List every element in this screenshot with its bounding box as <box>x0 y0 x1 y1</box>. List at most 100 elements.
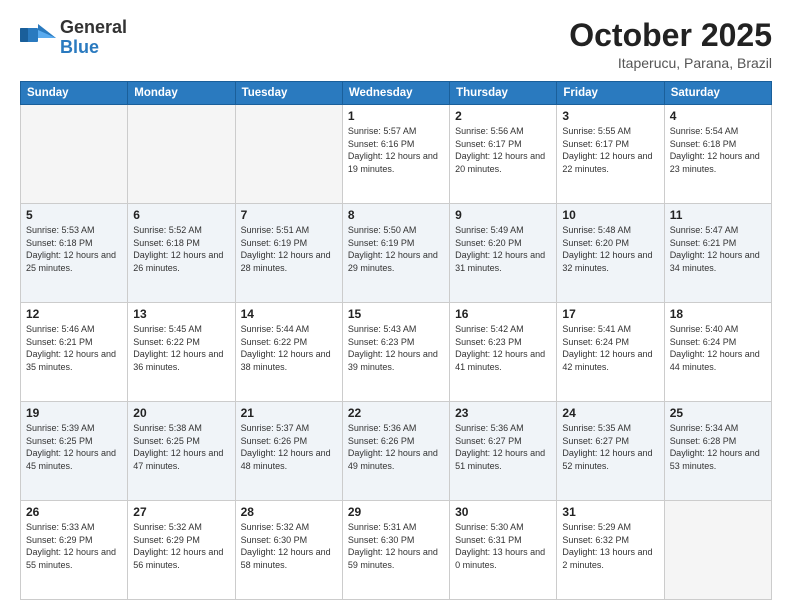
day-number: 31 <box>562 505 658 519</box>
calendar-week-row: 26Sunrise: 5:33 AMSunset: 6:29 PMDayligh… <box>21 501 772 600</box>
calendar-week-row: 19 Sunrise: 5:39 AMSunset: 6:25 PMDayligh… <box>21 402 772 501</box>
day-number: 9 <box>455 208 551 222</box>
calendar-day-cell: 12 Sunrise: 5:46 AMSunset: 6:21 PMDayligh… <box>21 303 128 402</box>
calendar-day-cell: 13 Sunrise: 5:45 AMSunset: 6:22 PMDayligh… <box>128 303 235 402</box>
day-info: Sunrise: 5:44 AMSunset: 6:22 PMDaylight:… <box>241 323 337 373</box>
day-number: 18 <box>670 307 766 321</box>
day-number: 6 <box>133 208 229 222</box>
day-info: Sunrise: 5:40 AMSunset: 6:24 PMDaylight:… <box>670 323 766 373</box>
logo-general-text: GeneralBlue <box>60 17 127 57</box>
calendar-day-cell: 2Sunrise: 5:56 AMSunset: 6:17 PMDaylight… <box>450 105 557 204</box>
day-number: 30 <box>455 505 551 519</box>
calendar-day-cell: 1 Sunrise: 5:57 AMSunset: 6:16 PMDaylight… <box>342 105 449 204</box>
day-number: 1 <box>348 109 444 123</box>
day-info: Sunrise: 5:34 AMSunset: 6:28 PMDaylight:… <box>670 422 766 472</box>
day-info: Sunrise: 5:38 AMSunset: 6:25 PMDaylight:… <box>133 422 229 472</box>
page: GeneralBlue October 2025 Itaperucu, Para… <box>0 0 792 612</box>
logo-icon <box>20 24 56 52</box>
day-info: Sunrise: 5:37 AMSunset: 6:26 PMDaylight:… <box>241 422 337 472</box>
day-info: Sunrise: 5:36 AMSunset: 6:27 PMDaylight:… <box>455 422 551 472</box>
calendar-day-cell: 3 Sunrise: 5:55 AMSunset: 6:17 PMDaylight… <box>557 105 664 204</box>
day-info: Sunrise: 5:32 AMSunset: 6:29 PMDaylight:… <box>133 521 229 571</box>
day-info: Sunrise: 5:43 AMSunset: 6:23 PMDaylight:… <box>348 323 444 373</box>
calendar-day-cell: 23Sunrise: 5:36 AMSunset: 6:27 PMDayligh… <box>450 402 557 501</box>
day-header-sunday: Sunday <box>21 82 128 105</box>
calendar-day-cell: 16Sunrise: 5:42 AMSunset: 6:23 PMDayligh… <box>450 303 557 402</box>
day-info: Sunrise: 5:51 AMSunset: 6:19 PMDaylight:… <box>241 224 337 274</box>
calendar-day-cell: 26Sunrise: 5:33 AMSunset: 6:29 PMDayligh… <box>21 501 128 600</box>
calendar-day-cell: 7Sunrise: 5:51 AMSunset: 6:19 PMDaylight… <box>235 204 342 303</box>
day-number: 8 <box>348 208 444 222</box>
day-header-friday: Friday <box>557 82 664 105</box>
header: GeneralBlue October 2025 Itaperucu, Para… <box>20 18 772 71</box>
calendar-week-row: 5 Sunrise: 5:53 AMSunset: 6:18 PMDaylight… <box>21 204 772 303</box>
day-info: Sunrise: 5:57 AMSunset: 6:16 PMDaylight:… <box>348 125 444 175</box>
calendar-body: 1 Sunrise: 5:57 AMSunset: 6:16 PMDaylight… <box>21 105 772 600</box>
day-number: 29 <box>348 505 444 519</box>
day-number: 14 <box>241 307 337 321</box>
day-header-tuesday: Tuesday <box>235 82 342 105</box>
day-info: Sunrise: 5:39 AMSunset: 6:25 PMDaylight:… <box>26 422 122 472</box>
calendar-day-cell: 10Sunrise: 5:48 AMSunset: 6:20 PMDayligh… <box>557 204 664 303</box>
day-number: 25 <box>670 406 766 420</box>
calendar-day-cell: 11Sunrise: 5:47 AMSunset: 6:21 PMDayligh… <box>664 204 771 303</box>
calendar-day-cell: 25 Sunrise: 5:34 AMSunset: 6:28 PMDayligh… <box>664 402 771 501</box>
calendar-day-cell: 14 Sunrise: 5:44 AMSunset: 6:22 PMDayligh… <box>235 303 342 402</box>
calendar-day-cell <box>21 105 128 204</box>
day-number: 16 <box>455 307 551 321</box>
calendar-day-cell: 20 Sunrise: 5:38 AMSunset: 6:25 PMDayligh… <box>128 402 235 501</box>
day-number: 13 <box>133 307 229 321</box>
calendar-day-cell: 31 Sunrise: 5:29 AMSunset: 6:32 PMDayligh… <box>557 501 664 600</box>
day-number: 22 <box>348 406 444 420</box>
day-info: Sunrise: 5:55 AMSunset: 6:17 PMDaylight:… <box>562 125 658 175</box>
day-info: Sunrise: 5:31 AMSunset: 6:30 PMDaylight:… <box>348 521 444 571</box>
calendar-day-cell: 30 Sunrise: 5:30 AMSunset: 6:31 PMDayligh… <box>450 501 557 600</box>
day-info: Sunrise: 5:36 AMSunset: 6:26 PMDaylight:… <box>348 422 444 472</box>
calendar-header-row: SundayMondayTuesdayWednesdayThursdayFrid… <box>21 82 772 105</box>
calendar-day-cell: 27 Sunrise: 5:32 AMSunset: 6:29 PMDayligh… <box>128 501 235 600</box>
calendar-day-cell: 4 Sunrise: 5:54 AMSunset: 6:18 PMDaylight… <box>664 105 771 204</box>
day-number: 4 <box>670 109 766 123</box>
month-title: October 2025 <box>569 18 772 53</box>
day-info: Sunrise: 5:54 AMSunset: 6:18 PMDaylight:… <box>670 125 766 175</box>
logo: GeneralBlue <box>20 18 127 58</box>
calendar-day-cell: 18 Sunrise: 5:40 AMSunset: 6:24 PMDayligh… <box>664 303 771 402</box>
day-info: Sunrise: 5:50 AMSunset: 6:19 PMDaylight:… <box>348 224 444 274</box>
day-info: Sunrise: 5:49 AMSunset: 6:20 PMDaylight:… <box>455 224 551 274</box>
day-number: 5 <box>26 208 122 222</box>
day-info: Sunrise: 5:35 AMSunset: 6:27 PMDaylight:… <box>562 422 658 472</box>
title-block: October 2025 Itaperucu, Parana, Brazil <box>569 18 772 71</box>
day-number: 12 <box>26 307 122 321</box>
calendar-day-cell <box>235 105 342 204</box>
calendar-day-cell: 19 Sunrise: 5:39 AMSunset: 6:25 PMDayligh… <box>21 402 128 501</box>
day-number: 24 <box>562 406 658 420</box>
day-number: 21 <box>241 406 337 420</box>
day-number: 15 <box>348 307 444 321</box>
day-number: 20 <box>133 406 229 420</box>
day-info: Sunrise: 5:45 AMSunset: 6:22 PMDaylight:… <box>133 323 229 373</box>
day-number: 10 <box>562 208 658 222</box>
day-number: 11 <box>670 208 766 222</box>
calendar-week-row: 1 Sunrise: 5:57 AMSunset: 6:16 PMDaylight… <box>21 105 772 204</box>
location-title: Itaperucu, Parana, Brazil <box>569 55 772 71</box>
day-info: Sunrise: 5:53 AMSunset: 6:18 PMDaylight:… <box>26 224 122 274</box>
calendar-day-cell: 22 Sunrise: 5:36 AMSunset: 6:26 PMDayligh… <box>342 402 449 501</box>
day-info: Sunrise: 5:29 AMSunset: 6:32 PMDaylight:… <box>562 521 658 571</box>
day-info: Sunrise: 5:30 AMSunset: 6:31 PMDaylight:… <box>455 521 551 571</box>
day-info: Sunrise: 5:33 AMSunset: 6:29 PMDaylight:… <box>26 521 122 571</box>
day-info: Sunrise: 5:52 AMSunset: 6:18 PMDaylight:… <box>133 224 229 274</box>
day-number: 19 <box>26 406 122 420</box>
calendar-table: SundayMondayTuesdayWednesdayThursdayFrid… <box>20 81 772 600</box>
day-info: Sunrise: 5:46 AMSunset: 6:21 PMDaylight:… <box>26 323 122 373</box>
calendar-day-cell: 28Sunrise: 5:32 AMSunset: 6:30 PMDayligh… <box>235 501 342 600</box>
day-number: 3 <box>562 109 658 123</box>
calendar-day-cell <box>664 501 771 600</box>
calendar-day-cell: 15 Sunrise: 5:43 AMSunset: 6:23 PMDayligh… <box>342 303 449 402</box>
calendar-day-cell: 6 Sunrise: 5:52 AMSunset: 6:18 PMDaylight… <box>128 204 235 303</box>
day-info: Sunrise: 5:41 AMSunset: 6:24 PMDaylight:… <box>562 323 658 373</box>
calendar-day-cell: 21 Sunrise: 5:37 AMSunset: 6:26 PMDayligh… <box>235 402 342 501</box>
day-header-thursday: Thursday <box>450 82 557 105</box>
calendar-day-cell: 17Sunrise: 5:41 AMSunset: 6:24 PMDayligh… <box>557 303 664 402</box>
day-info: Sunrise: 5:56 AMSunset: 6:17 PMDaylight:… <box>455 125 551 175</box>
day-number: 27 <box>133 505 229 519</box>
